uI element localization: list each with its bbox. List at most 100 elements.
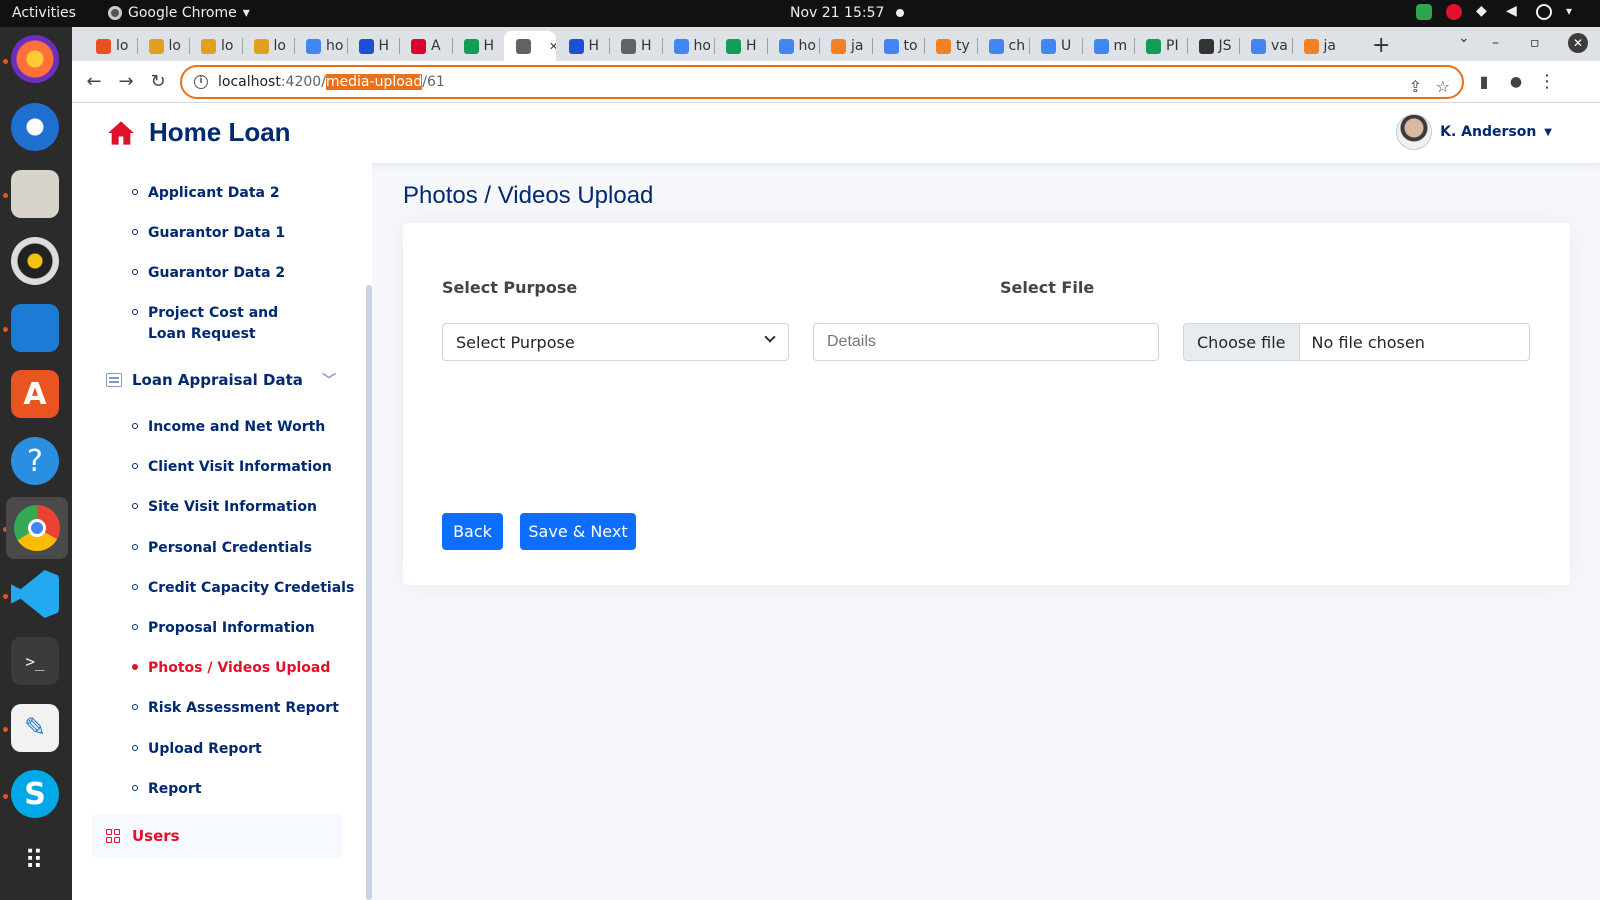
browser-tab[interactable]: JS [1187,31,1239,61]
browser-tab[interactable]: H [452,31,504,61]
back-arrow-icon[interactable]: ← [82,70,106,94]
save-next-button[interactable]: Save & Next [520,513,636,550]
app-center-icon[interactable]: A [11,370,59,418]
tab-label: ja [851,38,864,54]
browser-tab[interactable]: H [714,31,766,61]
text-editor-icon[interactable]: ✎ [11,704,59,752]
sidebar-subitem[interactable]: Proposal Information [132,618,315,639]
menu-kebab-icon[interactable]: ⋮ [1535,70,1559,94]
tab-favicon-icon [96,38,111,54]
choose-file-button[interactable]: Choose file [1184,324,1300,360]
chrome-icon[interactable] [6,497,68,559]
browser-tab[interactable]: m [1082,31,1134,61]
details-input[interactable] [813,323,1159,361]
browser-tab[interactable]: ja [819,31,871,61]
sidebar-item-label: Upload Report [148,740,262,757]
address-bar[interactable]: i localhost:4200/media-upload/61 ⇪ ☆ [180,65,1464,99]
tab-label: A [431,38,441,54]
sidebar-item-label: Guarantor Data 2 [148,265,286,281]
tab-favicon-icon [201,38,216,54]
tab-favicon-icon [253,38,269,54]
sidebar-subitem[interactable]: Personal Credentials [132,538,312,559]
minimize-button[interactable]: – [1492,35,1499,51]
browser-tab[interactable]: ho [662,31,714,61]
maximize-button[interactable]: ▫ [1530,35,1540,51]
share-icon[interactable]: ⇪ [1409,77,1422,96]
app-logo[interactable]: Home Loan [107,117,291,148]
back-button[interactable]: Back [442,513,503,550]
browser-tab[interactable]: to [872,31,924,61]
app-menu[interactable]: Google Chrome ▾ [108,5,250,21]
rhythmbox-icon[interactable] [11,237,59,285]
clock[interactable]: Nov 21 15:57 [790,5,905,21]
browser-tab[interactable]: ✕ [504,31,556,61]
file-input[interactable]: Choose file No file chosen [1183,323,1530,361]
sidebar-item-users[interactable]: Users [92,814,342,858]
browser-tab[interactable]: lo [84,31,136,61]
activities-button[interactable]: Activities [12,5,76,21]
system-tray[interactable]: ◆ ◀ ▾ [1416,4,1582,20]
tab-search-icon[interactable]: ⌄ [1458,30,1470,46]
browser-tab[interactable]: PI [1134,31,1186,61]
sidebar-subitem[interactable]: Report [132,779,202,800]
sidebar-subitem[interactable]: Project Cost and Loan Request [132,303,302,345]
sidebar-subitem[interactable]: Applicant Data 2 [132,183,280,204]
browser-tab[interactable]: ty [924,31,976,61]
browser-tab[interactable]: ja [1292,31,1344,61]
close-window-button[interactable]: ✕ [1568,33,1588,53]
sidebar-group-loan-appraisal[interactable]: Loan Appraisal Data ﹀ [106,370,336,390]
tab-favicon-icon [673,38,689,54]
update-icon [1416,4,1432,20]
sidebar-subitem[interactable]: Site Visit Information [132,497,317,518]
browser-tab[interactable]: H [347,31,399,61]
browser-tab[interactable]: lo [242,31,294,61]
volume-icon: ◀ [1506,3,1517,19]
firefox-icon[interactable] [11,35,59,83]
tab-label: va [1271,38,1288,54]
browser-tab[interactable]: ho [767,31,819,61]
browser-tab[interactable]: va [1239,31,1291,61]
new-tab-button[interactable]: + [1372,33,1390,58]
tab-favicon-icon [463,38,479,54]
browser-tab[interactable]: H [557,31,609,61]
purpose-select[interactable]: Select Purpose [442,323,789,361]
sidebar-subitem[interactable]: Guarantor Data 2 [132,263,285,284]
tab-favicon-icon [726,38,741,54]
sidebar-item-label: Site Visit Information [148,499,317,516]
sidebar-subitem[interactable]: Upload Report [132,739,262,760]
user-profile-menu[interactable]: K. Anderson ▼ [1396,114,1552,150]
show-apps-icon[interactable]: ⠿ [11,837,59,885]
site-info-icon[interactable]: i [194,75,208,89]
skype-icon[interactable]: S [11,770,59,818]
sidebar-subitem[interactable]: Photos / Videos Upload [132,658,330,679]
sidebar-subitem[interactable]: Client Visit Information [132,457,332,478]
sidebar-scrollbar[interactable] [366,285,372,900]
tab-favicon-icon [1303,38,1319,54]
bookmark-star-icon[interactable]: ☆ [1436,77,1450,96]
reload-icon[interactable]: ↻ [146,70,170,94]
tab-close-icon[interactable]: ✕ [549,40,556,53]
help-icon[interactable]: ? [11,437,59,485]
browser-tab[interactable]: ch [977,31,1029,61]
tab-strip: lo lo lo lo ho H A H ✕ H Hho Hho ja to ty ch Um PI JS va ja [72,27,1600,61]
browser-tab[interactable]: A [399,31,451,61]
terminal-icon[interactable]: >_ [11,637,59,685]
sidebar-subitem[interactable]: Income and Net Worth [132,417,325,438]
thunderbird-icon[interactable] [11,103,59,151]
browser-tab[interactable]: U [1029,31,1081,61]
browser-tab[interactable]: H [609,31,661,61]
profile-icon[interactable]: ● [1504,70,1528,94]
files-icon[interactable] [11,170,59,218]
side-panel-icon[interactable]: ▮ [1472,70,1496,94]
forward-arrow-icon[interactable]: → [114,70,138,94]
sidebar-item-label: Photos / Videos Upload [148,660,331,677]
vscode-icon[interactable] [11,570,59,618]
sidebar-subitem[interactable]: Guarantor Data 1 [132,223,285,244]
sidebar-subitem[interactable]: Credit Capacity Credetials [132,578,354,599]
browser-tab[interactable]: lo [137,31,189,61]
sidebar-subitem[interactable]: Risk Assessment Report [132,698,339,719]
browser-tab[interactable]: ho [294,31,346,61]
libreoffice-impress-icon[interactable] [11,304,59,352]
tab-favicon-icon [831,38,846,54]
browser-tab[interactable]: lo [189,31,241,61]
